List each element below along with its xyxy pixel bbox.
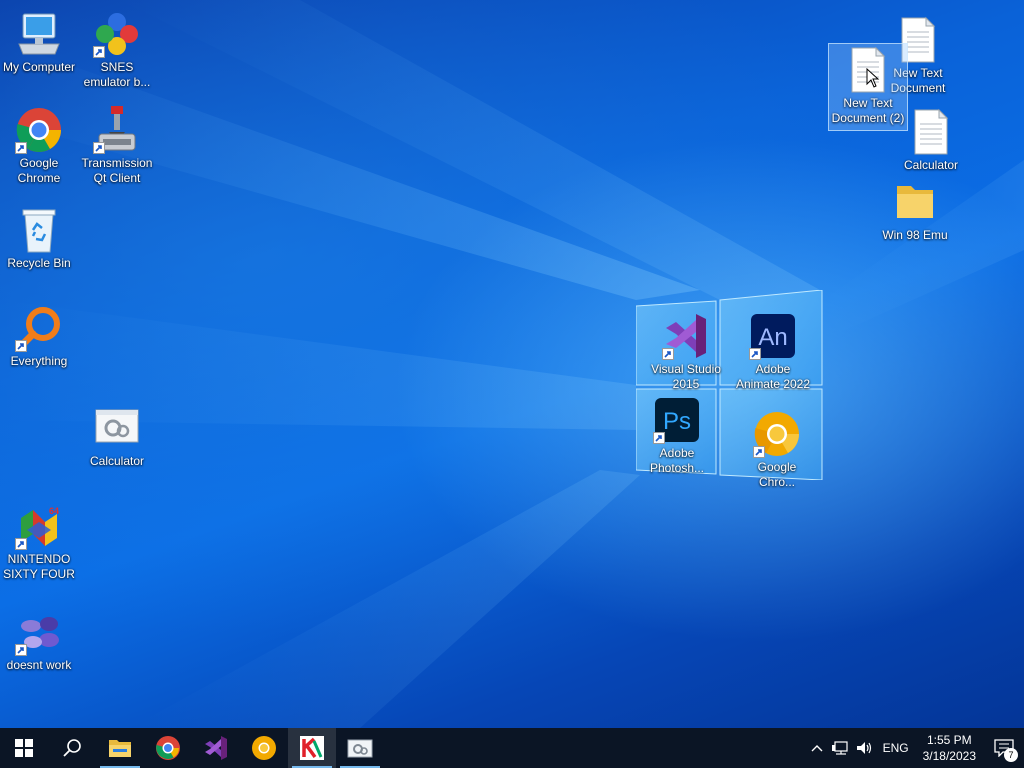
desktop-icon-snes-emulator[interactable]: SNES emulator b... [78, 10, 156, 90]
mouse-cursor-icon [866, 67, 880, 93]
adobe-animate-icon: An [749, 312, 797, 360]
shortcut-arrow-icon [749, 348, 761, 360]
desktop-icon-label: Calculator [89, 454, 145, 468]
shortcut-arrow-icon [93, 46, 105, 58]
taskbar-chrome-canary[interactable] [240, 728, 288, 768]
taskbar-kaspersky[interactable] [288, 728, 336, 768]
desktop-icon-adobe-animate[interactable]: An Adobe Animate 2022 [734, 312, 812, 392]
folder-icon [891, 178, 939, 226]
start-button[interactable] [0, 728, 48, 768]
chrome-icon [156, 736, 180, 760]
desktop-icon-visual-studio[interactable]: Visual Studio 2015 [647, 312, 725, 392]
shortcut-arrow-icon [93, 142, 105, 154]
animate-text: An [758, 324, 787, 351]
shortcut-arrow-icon [15, 538, 27, 550]
computer-icon [15, 10, 63, 58]
desktop-icon-label: Win 98 Emu [882, 228, 948, 242]
action-center-button[interactable]: 7 [984, 728, 1024, 768]
kaspersky-icon [300, 736, 324, 760]
adobe-photoshop-icon: Ps [653, 396, 701, 444]
visual-studio-icon [205, 736, 227, 760]
desktop-icon-transmission[interactable]: Transmission Qt Client [78, 106, 156, 186]
desktop-icon-label: Recycle Bin [7, 256, 71, 270]
system-tray: ENG 1:55 PM 3/18/2023 7 [805, 728, 1024, 768]
taskbar-chrome[interactable] [144, 728, 192, 768]
shortcut-arrow-icon [653, 432, 665, 444]
show-hidden-icons-button[interactable] [805, 728, 829, 768]
shortcut-arrow-icon [753, 446, 765, 458]
taskbar: ENG 1:55 PM 3/18/2023 7 [0, 728, 1024, 768]
desktop-icon-calculator-doc[interactable]: Calculator [892, 108, 970, 173]
clock-time: 1:55 PM [926, 733, 972, 747]
search-icon [63, 739, 81, 757]
shortcut-arrow-icon [15, 340, 27, 352]
transmission-icon [93, 106, 141, 154]
desktop-icon-recycle-bin[interactable]: Recycle Bin [0, 206, 78, 271]
network-icon [831, 741, 848, 755]
desktop-icon-label: Everything [10, 354, 68, 368]
emulator-icon [15, 608, 63, 656]
desktop-icon-label: Google Chro... [757, 460, 797, 489]
desktop-icon-label: Adobe Animate 2022 [735, 362, 811, 391]
everything-search-icon [15, 304, 63, 352]
desktop-icon-label: SNES emulator b... [83, 60, 151, 89]
desktop-icon-label: Calculator [903, 158, 959, 172]
taskbar-file-explorer[interactable] [96, 728, 144, 768]
desktop-icon-label: Google Chrome [17, 156, 61, 185]
desktop-icon-win98-emu[interactable]: Win 98 Emu [876, 178, 954, 243]
desktop-icon-google-chrome-canary[interactable]: Google Chro... [738, 410, 816, 490]
clock-date: 3/18/2023 [922, 749, 976, 763]
chrome-canary-icon [753, 410, 801, 458]
desktop-icon-calculator[interactable]: Calculator [78, 404, 156, 469]
visual-studio-icon [662, 312, 710, 360]
network-status-button[interactable] [829, 728, 853, 768]
desktop-icon-everything[interactable]: Everything [0, 304, 78, 369]
search-button[interactable] [48, 728, 96, 768]
desktop-icon-label: Adobe Photosh... [649, 446, 705, 475]
speaker-icon [856, 742, 871, 754]
shortcut-arrow-icon [15, 142, 27, 154]
calculator-icon [93, 404, 141, 452]
desktop-icon-my-computer[interactable]: My Computer [0, 10, 78, 75]
folder-icon [109, 740, 131, 757]
desktop-icon-label: doesnt work [6, 658, 72, 672]
text-document-icon [907, 108, 955, 156]
calculator-icon [347, 739, 373, 758]
desktop[interactable]: My Computer SNES emulator b... Google Ch… [0, 0, 1024, 728]
chrome-canary-icon [252, 736, 276, 760]
volume-button[interactable] [853, 728, 877, 768]
chrome-icon [15, 106, 63, 154]
taskbar-calculator[interactable] [336, 728, 384, 768]
desktop-icon-google-chrome[interactable]: Google Chrome [0, 106, 78, 186]
chevron-up-icon [811, 745, 823, 752]
taskbar-visual-studio[interactable] [192, 728, 240, 768]
windows-logo-icon [15, 739, 33, 757]
n64-icon: 64 [15, 502, 63, 550]
snes-icon [93, 10, 141, 58]
recycle-bin-icon [15, 206, 63, 254]
shortcut-arrow-icon [662, 348, 674, 360]
clock[interactable]: 1:55 PM 3/18/2023 [915, 732, 984, 764]
input-language-indicator[interactable]: ENG [877, 741, 915, 755]
notification-count-badge: 7 [1004, 748, 1018, 762]
desktop-icon-doesnt-work[interactable]: doesnt work [0, 608, 78, 673]
desktop-icon-label: Transmission Qt Client [81, 156, 153, 185]
desktop-icon-label: NINTENDO SIXTY FOUR [3, 552, 75, 581]
svg-text:64: 64 [49, 506, 59, 516]
desktop-icon-label: My Computer [2, 60, 76, 74]
desktop-icon-n64[interactable]: 64 NINTENDO SIXTY FOUR [0, 502, 78, 582]
shortcut-arrow-icon [15, 644, 27, 656]
photoshop-text: Ps [663, 408, 691, 435]
desktop-icon-label: Visual Studio 2015 [651, 362, 721, 391]
desktop-icon-adobe-photoshop[interactable]: Ps Adobe Photosh... [638, 396, 716, 476]
